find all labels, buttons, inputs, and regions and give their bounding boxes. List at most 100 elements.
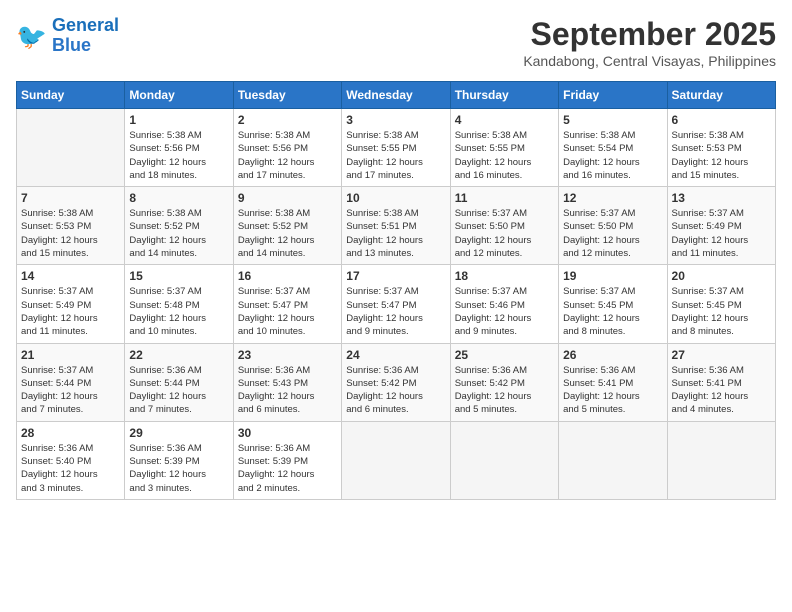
week-row-1: 7Sunrise: 5:38 AM Sunset: 5:53 PM Daylig… bbox=[17, 187, 776, 265]
calendar-cell bbox=[342, 421, 450, 499]
day-info: Sunrise: 5:37 AM Sunset: 5:49 PM Dayligh… bbox=[21, 285, 120, 338]
page-header: 🐦 General Blue September 2025 Kandabong,… bbox=[16, 16, 776, 69]
logo-line1: General bbox=[52, 15, 119, 35]
day-info: Sunrise: 5:37 AM Sunset: 5:47 PM Dayligh… bbox=[346, 285, 445, 338]
day-number: 11 bbox=[455, 191, 554, 205]
day-number: 7 bbox=[21, 191, 120, 205]
day-info: Sunrise: 5:37 AM Sunset: 5:45 PM Dayligh… bbox=[672, 285, 771, 338]
day-number: 22 bbox=[129, 348, 228, 362]
day-info: Sunrise: 5:38 AM Sunset: 5:52 PM Dayligh… bbox=[129, 207, 228, 260]
calendar-cell: 26 Sunrise: 5:36 AM Sunset: 5:41 PM Dayli… bbox=[559, 343, 667, 421]
calendar-table: SundayMondayTuesdayWednesdayThursdayFrid… bbox=[16, 81, 776, 500]
calendar-cell: 16 Sunrise: 5:37 AM Sunset: 5:47 PM Dayli… bbox=[233, 265, 341, 343]
calendar-cell: 6Sunrise: 5:38 AM Sunset: 5:53 PM Daylig… bbox=[667, 109, 775, 187]
calendar-cell: 7Sunrise: 5:38 AM Sunset: 5:53 PM Daylig… bbox=[17, 187, 125, 265]
day-number: 13 bbox=[672, 191, 771, 205]
week-row-2: 14Sunrise: 5:37 AM Sunset: 5:49 PM Dayli… bbox=[17, 265, 776, 343]
svg-text:🐦: 🐦 bbox=[16, 23, 47, 51]
day-info: Sunrise: 5:37 AM Sunset: 5:45 PM Dayligh… bbox=[563, 285, 662, 338]
day-number: 15 bbox=[129, 269, 228, 283]
calendar-cell: 14Sunrise: 5:37 AM Sunset: 5:49 PM Dayli… bbox=[17, 265, 125, 343]
calendar-cell: 15 Sunrise: 5:37 AM Sunset: 5:48 PM Dayli… bbox=[125, 265, 233, 343]
week-row-4: 28 Sunrise: 5:36 AM Sunset: 5:40 PM Dayli… bbox=[17, 421, 776, 499]
day-info: Sunrise: 5:36 AM Sunset: 5:40 PM Dayligh… bbox=[21, 442, 120, 495]
day-number: 20 bbox=[672, 269, 771, 283]
day-info: Sunrise: 5:36 AM Sunset: 5:41 PM Dayligh… bbox=[563, 364, 662, 417]
day-number: 16 bbox=[238, 269, 337, 283]
calendar-cell bbox=[559, 421, 667, 499]
calendar-cell: 23 Sunrise: 5:36 AM Sunset: 5:43 PM Dayli… bbox=[233, 343, 341, 421]
calendar-cell: 3Sunrise: 5:38 AM Sunset: 5:55 PM Daylig… bbox=[342, 109, 450, 187]
day-info: Sunrise: 5:38 AM Sunset: 5:51 PM Dayligh… bbox=[346, 207, 445, 260]
day-info: Sunrise: 5:37 AM Sunset: 5:48 PM Dayligh… bbox=[129, 285, 228, 338]
day-info: Sunrise: 5:37 AM Sunset: 5:49 PM Dayligh… bbox=[672, 207, 771, 260]
day-number: 19 bbox=[563, 269, 662, 283]
day-number: 26 bbox=[563, 348, 662, 362]
day-info: Sunrise: 5:37 AM Sunset: 5:50 PM Dayligh… bbox=[455, 207, 554, 260]
day-info: Sunrise: 5:37 AM Sunset: 5:50 PM Dayligh… bbox=[563, 207, 662, 260]
location: Kandabong, Central Visayas, Philippines bbox=[523, 53, 776, 69]
col-header-monday: Monday bbox=[125, 82, 233, 109]
calendar-cell: 27Sunrise: 5:36 AM Sunset: 5:41 PM Dayli… bbox=[667, 343, 775, 421]
calendar-cell: 25 Sunrise: 5:36 AM Sunset: 5:42 PM Dayli… bbox=[450, 343, 558, 421]
day-number: 29 bbox=[129, 426, 228, 440]
week-row-3: 21Sunrise: 5:37 AM Sunset: 5:44 PM Dayli… bbox=[17, 343, 776, 421]
calendar-cell: 12Sunrise: 5:37 AM Sunset: 5:50 PM Dayli… bbox=[559, 187, 667, 265]
calendar-cell: 18Sunrise: 5:37 AM Sunset: 5:46 PM Dayli… bbox=[450, 265, 558, 343]
day-info: Sunrise: 5:38 AM Sunset: 5:56 PM Dayligh… bbox=[129, 129, 228, 182]
calendar-cell: 5 Sunrise: 5:38 AM Sunset: 5:54 PM Daylig… bbox=[559, 109, 667, 187]
day-number: 2 bbox=[238, 113, 337, 127]
day-info: Sunrise: 5:38 AM Sunset: 5:56 PM Dayligh… bbox=[238, 129, 337, 182]
day-info: Sunrise: 5:38 AM Sunset: 5:52 PM Dayligh… bbox=[238, 207, 337, 260]
col-header-friday: Friday bbox=[559, 82, 667, 109]
logo-icon: 🐦 bbox=[16, 20, 48, 52]
day-number: 10 bbox=[346, 191, 445, 205]
day-number: 25 bbox=[455, 348, 554, 362]
week-row-0: 1Sunrise: 5:38 AM Sunset: 5:56 PM Daylig… bbox=[17, 109, 776, 187]
col-header-thursday: Thursday bbox=[450, 82, 558, 109]
day-info: Sunrise: 5:36 AM Sunset: 5:42 PM Dayligh… bbox=[346, 364, 445, 417]
calendar-cell: 8 Sunrise: 5:38 AM Sunset: 5:52 PM Daylig… bbox=[125, 187, 233, 265]
calendar-cell: 30Sunrise: 5:36 AM Sunset: 5:39 PM Dayli… bbox=[233, 421, 341, 499]
calendar-cell: 10 Sunrise: 5:38 AM Sunset: 5:51 PM Dayli… bbox=[342, 187, 450, 265]
calendar-cell: 11 Sunrise: 5:37 AM Sunset: 5:50 PM Dayli… bbox=[450, 187, 558, 265]
calendar-cell: 28 Sunrise: 5:36 AM Sunset: 5:40 PM Dayli… bbox=[17, 421, 125, 499]
day-info: Sunrise: 5:38 AM Sunset: 5:55 PM Dayligh… bbox=[346, 129, 445, 182]
day-info: Sunrise: 5:36 AM Sunset: 5:43 PM Dayligh… bbox=[238, 364, 337, 417]
day-info: Sunrise: 5:36 AM Sunset: 5:42 PM Dayligh… bbox=[455, 364, 554, 417]
calendar-cell: 24 Sunrise: 5:36 AM Sunset: 5:42 PM Dayli… bbox=[342, 343, 450, 421]
day-info: Sunrise: 5:36 AM Sunset: 5:39 PM Dayligh… bbox=[129, 442, 228, 495]
day-info: Sunrise: 5:36 AM Sunset: 5:39 PM Dayligh… bbox=[238, 442, 337, 495]
day-info: Sunrise: 5:38 AM Sunset: 5:55 PM Dayligh… bbox=[455, 129, 554, 182]
day-info: Sunrise: 5:38 AM Sunset: 5:53 PM Dayligh… bbox=[672, 129, 771, 182]
day-info: Sunrise: 5:37 AM Sunset: 5:46 PM Dayligh… bbox=[455, 285, 554, 338]
calendar-cell: 1Sunrise: 5:38 AM Sunset: 5:56 PM Daylig… bbox=[125, 109, 233, 187]
calendar-cell: 20 Sunrise: 5:37 AM Sunset: 5:45 PM Dayli… bbox=[667, 265, 775, 343]
calendar-cell: 22 Sunrise: 5:36 AM Sunset: 5:44 PM Dayli… bbox=[125, 343, 233, 421]
day-number: 21 bbox=[21, 348, 120, 362]
month-title: September 2025 bbox=[523, 16, 776, 53]
day-number: 24 bbox=[346, 348, 445, 362]
day-number: 8 bbox=[129, 191, 228, 205]
logo: 🐦 General Blue bbox=[16, 16, 119, 56]
calendar-cell bbox=[17, 109, 125, 187]
calendar-cell: 13 Sunrise: 5:37 AM Sunset: 5:49 PM Dayli… bbox=[667, 187, 775, 265]
day-number: 23 bbox=[238, 348, 337, 362]
day-number: 17 bbox=[346, 269, 445, 283]
calendar-cell bbox=[667, 421, 775, 499]
day-number: 9 bbox=[238, 191, 337, 205]
col-header-sunday: Sunday bbox=[17, 82, 125, 109]
day-number: 28 bbox=[21, 426, 120, 440]
day-number: 5 bbox=[563, 113, 662, 127]
calendar-cell: 29 Sunrise: 5:36 AM Sunset: 5:39 PM Dayli… bbox=[125, 421, 233, 499]
calendar-cell: 4Sunrise: 5:38 AM Sunset: 5:55 PM Daylig… bbox=[450, 109, 558, 187]
day-info: Sunrise: 5:37 AM Sunset: 5:47 PM Dayligh… bbox=[238, 285, 337, 338]
logo-line2: Blue bbox=[52, 35, 91, 55]
calendar-cell: 17 Sunrise: 5:37 AM Sunset: 5:47 PM Dayli… bbox=[342, 265, 450, 343]
logo-text: General Blue bbox=[52, 16, 119, 56]
day-info: Sunrise: 5:36 AM Sunset: 5:44 PM Dayligh… bbox=[129, 364, 228, 417]
day-info: Sunrise: 5:38 AM Sunset: 5:54 PM Dayligh… bbox=[563, 129, 662, 182]
title-block: September 2025 Kandabong, Central Visaya… bbox=[523, 16, 776, 69]
col-header-saturday: Saturday bbox=[667, 82, 775, 109]
calendar-cell: 9 Sunrise: 5:38 AM Sunset: 5:52 PM Daylig… bbox=[233, 187, 341, 265]
